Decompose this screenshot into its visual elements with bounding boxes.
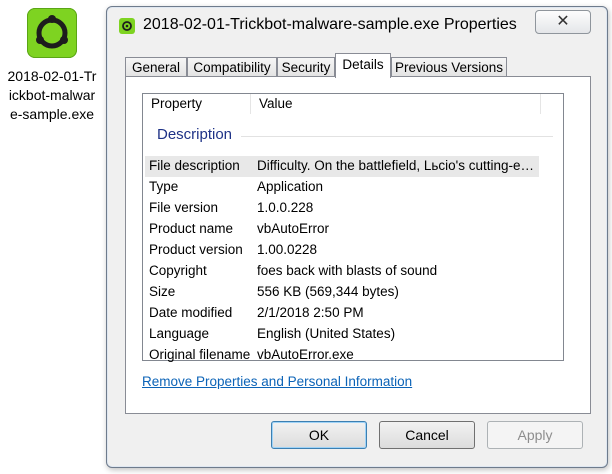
trickbot-app-icon bbox=[27, 8, 77, 58]
property-name: Date modified bbox=[149, 305, 233, 320]
property-value: foes back with blasts of sound bbox=[257, 263, 438, 278]
column-header-property[interactable]: Property bbox=[143, 94, 251, 114]
property-name: Product name bbox=[149, 221, 234, 236]
group-divider bbox=[241, 136, 553, 137]
table-row[interactable]: Size 556 KB (569,344 bytes) bbox=[143, 282, 563, 303]
property-name: Copyright bbox=[149, 263, 207, 278]
table-row[interactable]: Product version 1.00.0228 bbox=[143, 240, 563, 261]
table-row[interactable]: Original filename vbAutoError.exe bbox=[143, 345, 563, 362]
property-name: Size bbox=[149, 284, 176, 299]
property-name: Type bbox=[149, 179, 179, 194]
property-value: Application bbox=[257, 179, 324, 194]
tab-security[interactable]: Security bbox=[277, 57, 335, 77]
tab-details[interactable]: Details bbox=[335, 53, 391, 78]
property-name: Original filename bbox=[149, 347, 251, 362]
table-row[interactable]: Copyright foes back with blasts of sound bbox=[143, 261, 563, 282]
properties-dialog: 2018-02-01-Trickbot-malware-sample.exe P… bbox=[106, 6, 608, 468]
table-row[interactable]: Product name vbAutoError bbox=[143, 219, 563, 240]
property-name: Product version bbox=[149, 242, 243, 257]
table-row[interactable]: Date modified 2/1/2018 2:50 PM bbox=[143, 303, 563, 324]
property-value: 2/1/2018 2:50 PM bbox=[257, 305, 364, 320]
list-header: Property Value bbox=[143, 94, 563, 114]
property-name: File description bbox=[149, 158, 240, 173]
close-icon: ✕ bbox=[556, 13, 570, 30]
property-name: Language bbox=[149, 326, 210, 341]
title-bar[interactable]: 2018-02-01-Trickbot-malware-sample.exe P… bbox=[107, 7, 607, 43]
tab-previous-versions[interactable]: Previous Versions bbox=[391, 57, 507, 77]
property-value: vbAutoError bbox=[257, 221, 330, 236]
property-value: 556 KB (569,344 bytes) bbox=[257, 284, 399, 299]
tab-compatibility[interactable]: Compatibility bbox=[187, 57, 277, 77]
details-list[interactable]: Property Value Description File descript… bbox=[142, 93, 564, 362]
tab-general[interactable]: General bbox=[125, 57, 187, 77]
property-name: File version bbox=[149, 200, 219, 215]
close-button[interactable]: ✕ bbox=[535, 10, 591, 34]
details-panel: Property Value Description File descript… bbox=[125, 76, 591, 414]
column-header-value[interactable]: Value bbox=[251, 94, 541, 114]
property-value: vbAutoError.exe bbox=[257, 347, 354, 362]
group-header-description: Description bbox=[157, 126, 233, 143]
app-icon bbox=[119, 18, 135, 34]
table-row[interactable]: Type Application bbox=[143, 177, 563, 198]
property-value: 1.00.0228 bbox=[257, 242, 318, 257]
ok-button[interactable]: OK bbox=[271, 421, 367, 449]
column-header-filler bbox=[541, 94, 563, 114]
table-row[interactable]: File version 1.0.0.228 bbox=[143, 198, 563, 219]
table-row[interactable]: File description Difficulty. On the batt… bbox=[145, 156, 541, 177]
property-value: Difficulty. On the battlefield, Lьcio's … bbox=[257, 158, 541, 173]
property-value: 1.0.0.228 bbox=[257, 200, 314, 215]
desktop-file-icon[interactable]: 2018-02-01-Trickbot-malware-sample.exe bbox=[0, 0, 104, 160]
table-row[interactable]: Language English (United States) bbox=[143, 324, 563, 345]
apply-button[interactable]: Apply bbox=[487, 421, 583, 449]
remove-properties-link[interactable]: Remove Properties and Personal Informati… bbox=[142, 374, 412, 389]
window-title: 2018-02-01-Trickbot-malware-sample.exe P… bbox=[143, 16, 517, 33]
desktop-file-caption: 2018-02-01-Trickbot-malware-sample.exe bbox=[7, 68, 97, 122]
property-value: English (United States) bbox=[257, 326, 396, 341]
cancel-button[interactable]: Cancel bbox=[379, 421, 475, 449]
